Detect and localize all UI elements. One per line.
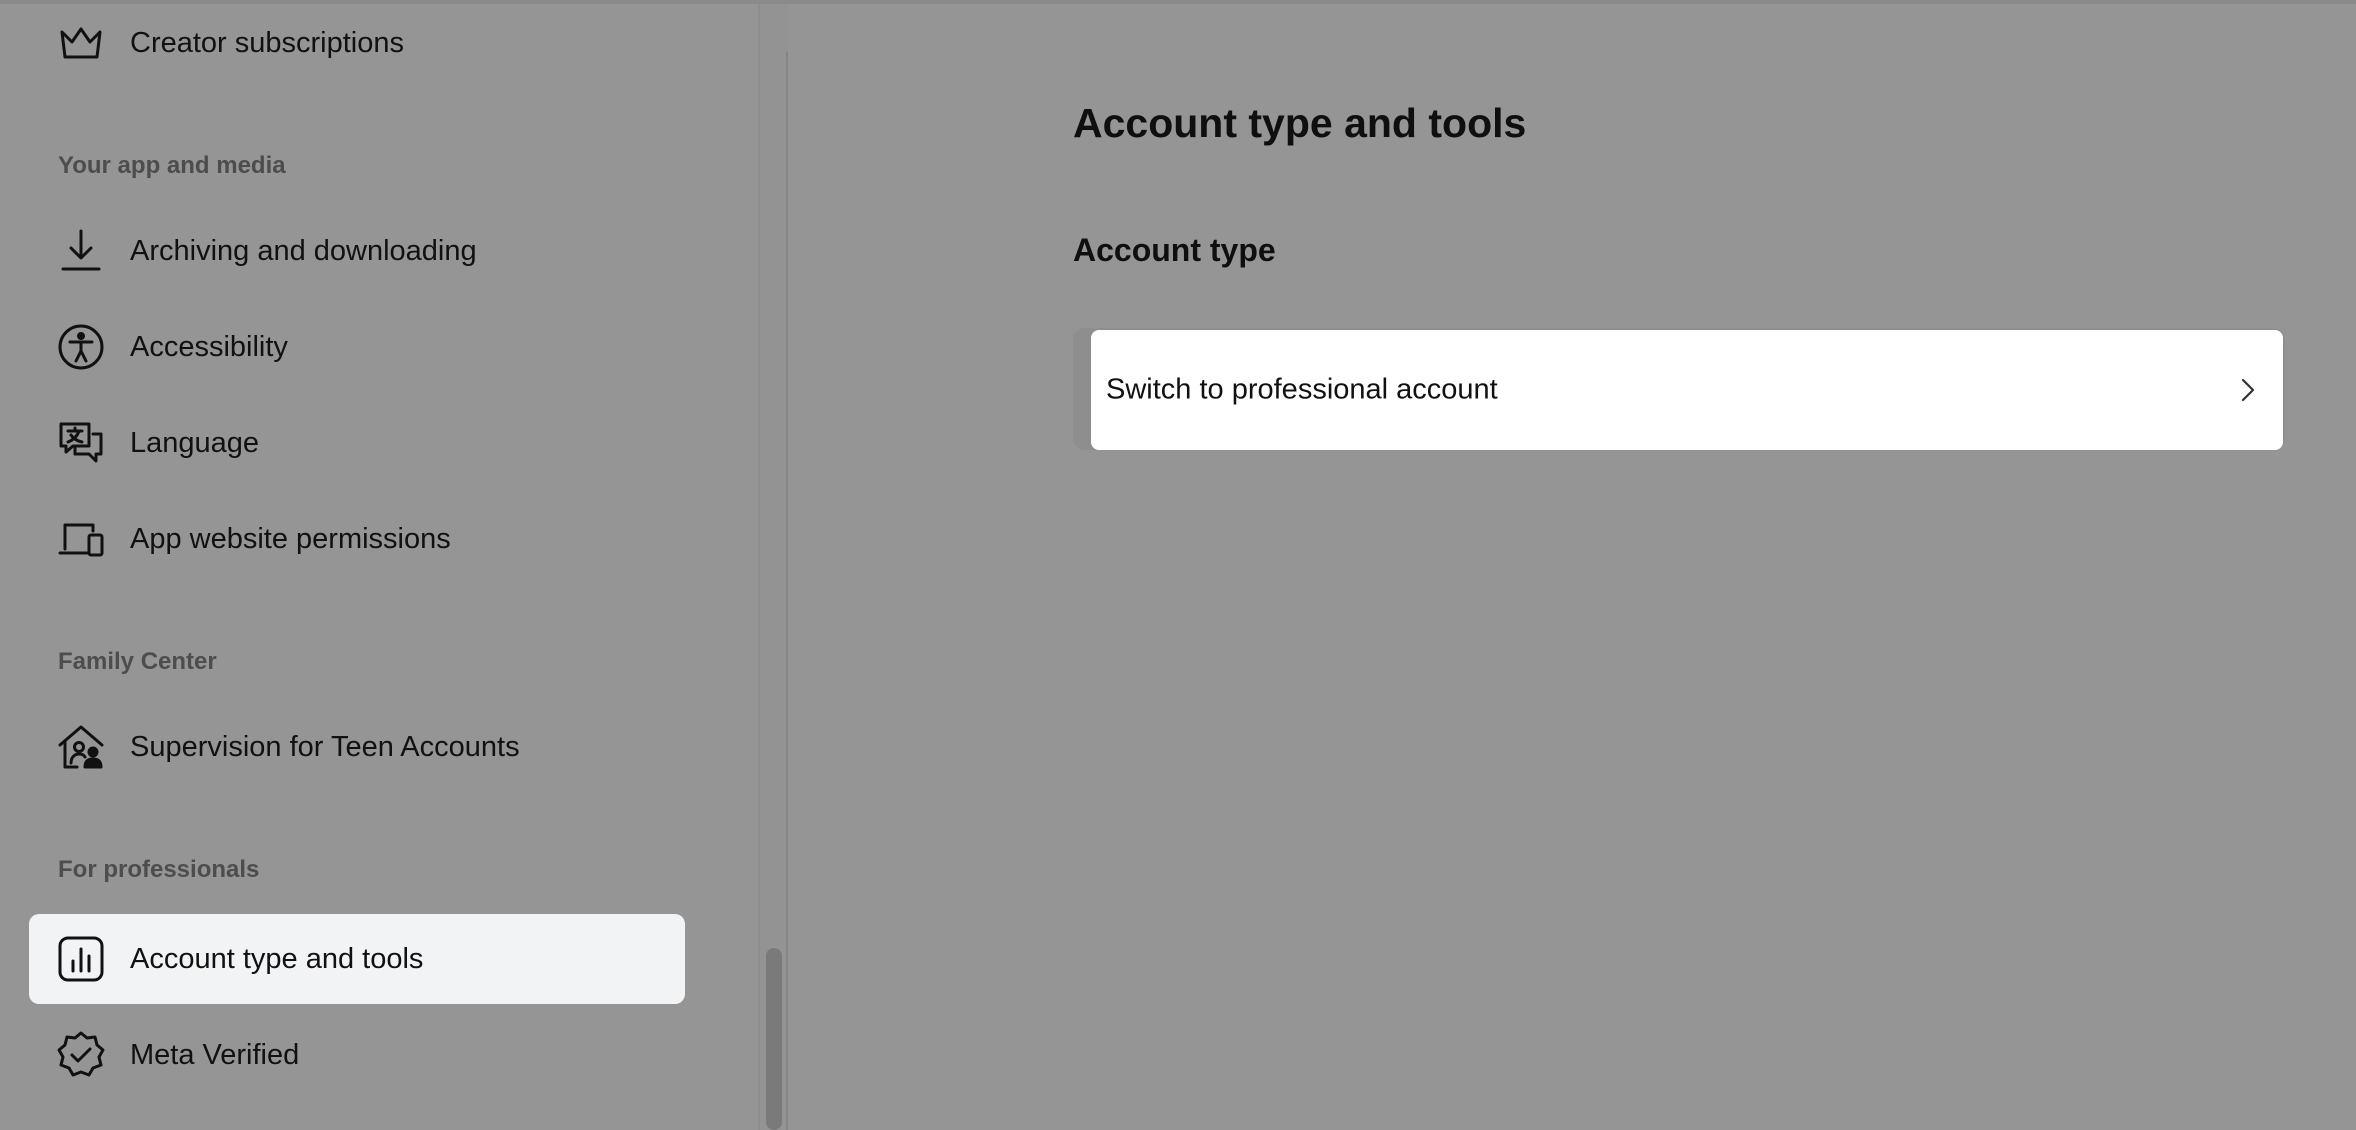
section-header-for-professionals: For professionals [58, 856, 260, 883]
sidebar-item-accessibility[interactable]: Accessibility [29, 302, 685, 392]
sidebar-item-label: Meta Verified [130, 1038, 300, 1071]
sidebar-scrollbar-thumb[interactable] [766, 948, 782, 1130]
bar-chart-icon [57, 935, 105, 983]
sidebar-item-label: Accessibility [130, 330, 288, 363]
sidebar-item-creator-subscriptions[interactable]: Creator subscriptions [29, 0, 685, 88]
crown-icon [57, 19, 105, 67]
accessibility-icon [57, 323, 105, 371]
language-icon [57, 419, 105, 467]
switch-to-professional-account-button[interactable]: Switch to professional account [1091, 330, 2283, 450]
section-header-your-app-and-media: Your app and media [58, 152, 286, 179]
scrollbar-edge [786, 52, 788, 1130]
sidebar-item-supervision-for-teen-accounts[interactable]: Supervision for Teen Accounts [29, 702, 685, 792]
section-title-account-type: Account type [1073, 232, 1276, 268]
sidebar-item-meta-verified[interactable]: Meta Verified [29, 1010, 685, 1100]
sidebar-item-label: Account type and tools [130, 942, 424, 975]
sidebar-item-label: Language [130, 426, 260, 459]
sidebar-item-archiving-and-downloading[interactable]: Archiving and downloading [29, 206, 685, 296]
sidebar-item-label: Creator subscriptions [130, 26, 404, 59]
sidebar-item-language[interactable]: Language [29, 398, 685, 488]
chevron-right-icon [2233, 376, 2261, 404]
verified-badge-icon [57, 1031, 105, 1079]
sidebar-item-label: Supervision for Teen Accounts [130, 730, 520, 763]
download-icon [57, 227, 105, 275]
devices-icon [57, 515, 105, 563]
settings-sidebar: Creator subscriptions Your app and media… [0, 4, 760, 1130]
sidebar-item-account-type-and-tools[interactable]: Account type and tools [29, 914, 685, 1004]
sidebar-item-label: App website permissions [130, 522, 451, 555]
page-title: Account type and tools [1073, 100, 1527, 146]
sidebar-item-label: Archiving and downloading [130, 234, 477, 267]
option-label: Switch to professional account [1106, 373, 1498, 406]
section-header-family-center: Family Center [58, 648, 217, 675]
family-home-icon [57, 723, 105, 771]
sidebar-item-app-website-permissions[interactable]: App website permissions [29, 494, 685, 584]
